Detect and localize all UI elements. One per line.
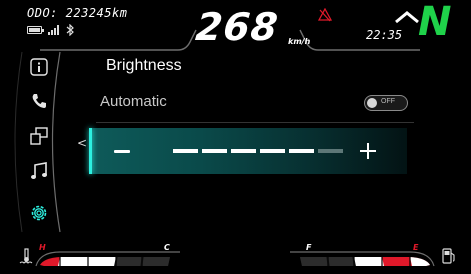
- brightness-level-segment: [318, 149, 343, 153]
- phone-icon: [32, 94, 46, 108]
- windows-icon: [30, 127, 48, 145]
- warning-icon: [318, 8, 332, 22]
- temperature-gauge: [35, 251, 180, 268]
- dashboard-screen: ODO: 223245km 268 km/h 22:35 N Brightnes…: [0, 0, 471, 274]
- divider: [96, 122, 414, 123]
- gear-indicator: N: [418, 0, 452, 45]
- temp-low-label: C: [164, 243, 170, 252]
- brightness-level-bars: [173, 149, 343, 153]
- sidebar-item-music[interactable]: [28, 160, 50, 182]
- status-icons: [27, 24, 75, 36]
- increase-button[interactable]: [357, 140, 379, 162]
- toggle-state-text: OFF: [381, 98, 395, 105]
- sidebar-item-info[interactable]: [28, 56, 50, 78]
- sidebar-item-phone[interactable]: [28, 90, 50, 112]
- slider-focus-accent: [89, 128, 92, 174]
- decrease-button[interactable]: [111, 140, 133, 162]
- music-icon: [31, 162, 47, 179]
- toggle-knob: [367, 98, 377, 108]
- brightness-level-segment: [202, 149, 227, 153]
- info-icon: [30, 58, 48, 76]
- brightness-level-segment: [289, 149, 314, 153]
- fuel-pump-icon: [442, 248, 455, 264]
- automatic-label: Automatic: [100, 93, 167, 110]
- signal-icon: [48, 25, 59, 35]
- brightness-level-segment: [173, 149, 198, 153]
- clock: 22:35: [366, 28, 403, 42]
- bluetooth-icon: [66, 24, 74, 36]
- battery-icon: [27, 26, 44, 34]
- odometer: ODO: 223245km: [27, 6, 128, 20]
- fuel-full-label: F: [306, 243, 312, 252]
- sidebar-item-windows[interactable]: [28, 125, 50, 147]
- speed-readout: 268: [193, 5, 281, 49]
- chevron-left-icon[interactable]: <: [77, 136, 87, 150]
- gear-icon: [31, 205, 47, 221]
- brightness-level-segment: [231, 149, 256, 153]
- brightness-level-segment: [260, 149, 285, 153]
- shift-up-icon: [395, 11, 419, 24]
- fuel-empty-label: E: [413, 243, 419, 252]
- brightness-slider[interactable]: [89, 128, 407, 174]
- sidebar: [0, 50, 60, 234]
- page-title: Brightness: [106, 57, 182, 74]
- automatic-toggle[interactable]: OFF: [364, 95, 408, 111]
- speed-unit: km/h: [288, 37, 311, 46]
- temp-high-label: H: [39, 243, 46, 252]
- sidebar-item-settings[interactable]: [28, 202, 50, 224]
